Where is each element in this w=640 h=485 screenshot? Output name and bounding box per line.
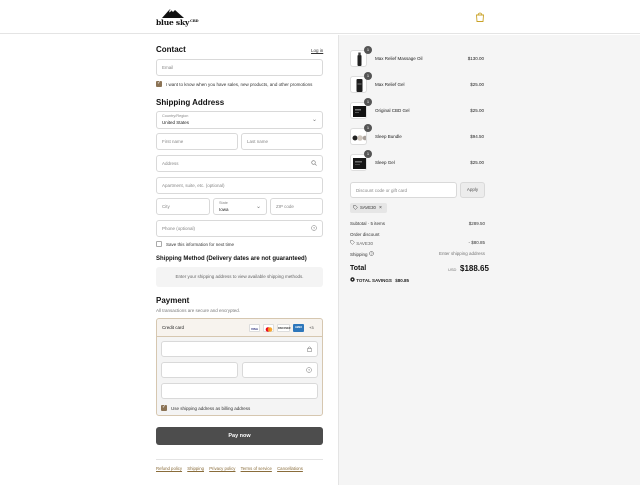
mountain-logo-icon — [162, 9, 184, 18]
apartment-field[interactable]: Apartment, suite, etc. (optional) — [156, 177, 323, 194]
currency-label: USD — [448, 267, 457, 272]
header: blue skyCBD — [0, 0, 640, 34]
discount-chip: SAVE30 × — [350, 203, 387, 213]
search-icon — [311, 160, 317, 168]
marketing-checkbox[interactable] — [156, 80, 162, 87]
address-field[interactable]: Address — [156, 155, 323, 172]
quantity-badge: 1 — [364, 46, 372, 54]
credit-card-section: Credit card VISA DISCOVER AMEX +3 ? Use … — [156, 318, 323, 416]
shipping-summary-label: Shipping ? — [350, 251, 374, 257]
refund-policy-link[interactable]: Refund policy — [156, 466, 182, 471]
help-icon[interactable]: ? — [311, 225, 317, 233]
quantity-badge: 1 — [364, 150, 372, 158]
marketing-label: I want to know when you have sales, new … — [166, 82, 313, 87]
save-info-checkbox[interactable] — [156, 241, 162, 247]
card-number-field[interactable] — [161, 341, 318, 357]
quantity-badge: 1 — [364, 124, 372, 132]
subtotal-label: Subtotal · 5 items — [350, 221, 386, 226]
shopping-bag-icon[interactable] — [474, 11, 486, 23]
country-select[interactable]: Country/Region United States ⌄ — [156, 111, 323, 129]
country-label: Country/Region — [162, 114, 189, 118]
footer-links: Refund policy Shipping Privacy policy Te… — [156, 466, 307, 471]
svg-text:?: ? — [370, 252, 372, 256]
zip-field[interactable]: ZIP code — [270, 198, 323, 215]
last-name-field[interactable]: Last name — [241, 133, 323, 150]
terms-link[interactable]: Terms of service — [241, 466, 272, 471]
discount-value: - $80.85 — [468, 240, 485, 245]
product-name: Max Relief Gel — [375, 82, 405, 87]
pay-now-button[interactable]: Pay now — [156, 427, 323, 445]
apply-button[interactable]: Apply — [460, 182, 485, 198]
shipping-method-heading: Shipping Method (Delivery dates are not … — [156, 256, 307, 262]
product-name: Max Relief Massage Oil — [375, 56, 423, 61]
first-name-field[interactable]: First name — [156, 133, 238, 150]
city-field[interactable]: City — [156, 198, 210, 215]
total-label: Total — [350, 265, 367, 272]
payment-heading: Payment — [156, 296, 190, 305]
product-price: $94.50 — [470, 134, 484, 139]
total-savings: TOTAL SAVINGS $80.85 — [350, 277, 409, 283]
product-name: Sleep Bundle — [375, 134, 402, 139]
brand-name: blue skyCBD — [156, 18, 199, 27]
product-price: $25.00 — [470, 108, 484, 113]
credit-card-label: Credit card — [162, 325, 185, 330]
shipping-link[interactable]: Shipping — [187, 466, 204, 471]
billing-label: Use shipping address as billing address — [171, 406, 251, 411]
more-cards-count: +3 — [309, 325, 314, 330]
email-field[interactable]: Email — [156, 59, 323, 76]
name-on-card-field[interactable] — [161, 383, 318, 399]
quantity-badge: 1 — [364, 72, 372, 80]
credit-card-header[interactable]: Credit card VISA DISCOVER AMEX +3 — [157, 319, 322, 337]
security-code-field[interactable]: ? — [242, 362, 318, 378]
chevron-down-icon: ⌄ — [311, 117, 317, 123]
chevron-down-icon: ⌄ — [255, 204, 261, 210]
shipping-method-info: Enter your shipping address to view avai… — [156, 267, 323, 287]
lock-icon — [307, 346, 312, 354]
payment-subtitle: All transactions are secure and encrypte… — [156, 308, 241, 313]
state-select[interactable]: State Iowa ⌄ — [213, 198, 267, 215]
help-icon[interactable]: ? — [306, 367, 312, 375]
shipping-summary-value: Enter shipping address — [438, 251, 485, 256]
visa-icon: VISA — [249, 324, 260, 332]
total-value: $188.65 — [460, 264, 489, 273]
phone-field[interactable]: Phone (optional) ? — [156, 220, 323, 237]
privacy-policy-link[interactable]: Privacy policy — [209, 466, 235, 471]
login-link[interactable]: Log in — [311, 48, 323, 53]
applied-code: SAVE30 — [360, 205, 376, 210]
contact-heading: Contact — [156, 45, 186, 54]
quantity-badge: 1 — [364, 98, 372, 106]
amex-icon: AMEX — [293, 324, 304, 332]
cancellations-link[interactable]: Cancellations — [277, 466, 303, 471]
expiry-field[interactable] — [161, 362, 238, 378]
product-price: $25.00 — [470, 160, 484, 165]
product-name: Original CBD Gel — [375, 108, 410, 113]
country-value: United States — [162, 120, 190, 125]
product-price: $25.00 — [470, 82, 484, 87]
order-discount-label: Order discount — [350, 232, 380, 237]
brand-logo[interactable]: blue skyCBD — [156, 8, 199, 28]
help-icon[interactable]: ? — [368, 251, 374, 257]
billing-checkbox[interactable] — [161, 404, 167, 411]
footer-divider — [156, 459, 323, 460]
product-price: $130.00 — [467, 56, 484, 61]
remove-discount-icon[interactable]: × — [379, 205, 382, 211]
discover-icon: DISCOVER — [277, 324, 291, 332]
mastercard-icon — [263, 324, 274, 332]
product-name: Sleep Gel — [375, 160, 395, 165]
shipping-heading: Shipping Address — [156, 98, 225, 107]
discount-code-input[interactable]: Discount code or gift card — [350, 182, 457, 198]
subtotal-value: $289.50 — [468, 221, 485, 226]
save-info-label: Save this information for next time — [166, 242, 235, 247]
discount-code-line: SAVE30 — [350, 240, 373, 246]
tag-icon — [353, 205, 358, 211]
